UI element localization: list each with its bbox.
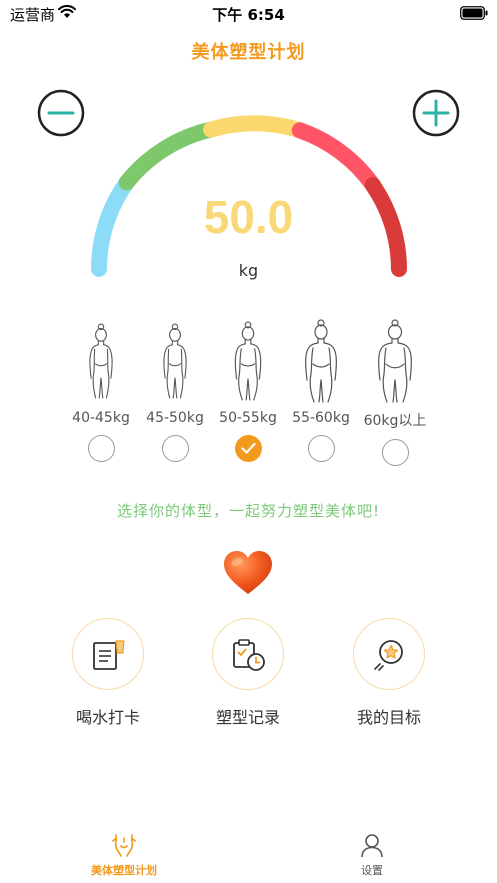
weight-gauge [91, 115, 407, 277]
body-figure-icon [234, 321, 262, 401]
action-label: 我的目标 [356, 708, 421, 727]
body-type-label: 50-55kg [219, 410, 277, 426]
tab-label: 美体塑型计划 [91, 864, 157, 877]
body-figure-icon [163, 323, 187, 399]
water-card-icon [93, 640, 125, 670]
tab-bar: 美体塑型计划 设置 [0, 822, 497, 883]
action-icon-ring [72, 618, 144, 690]
body-type-option[interactable]: 45-50kg [135, 318, 215, 462]
body-type-radio[interactable] [307, 435, 335, 462]
body-type-option[interactable]: 60kg以上 [355, 318, 435, 466]
tab-settings[interactable]: 设置 [312, 832, 432, 878]
body-type-radio[interactable] [161, 435, 189, 462]
body-type-label: 55-60kg [292, 410, 350, 426]
my-goal-button[interactable]: 我的目标 [334, 618, 444, 728]
increase-weight-button[interactable] [412, 89, 460, 137]
shaping-record-button[interactable]: 塑型记录 [193, 618, 303, 728]
person-icon [361, 834, 383, 858]
tab-label: 设置 [361, 864, 383, 877]
body-type-radio[interactable] [87, 435, 115, 462]
clipboard-clock-icon [233, 639, 265, 671]
body-type-radio-checked[interactable] [234, 435, 262, 462]
body-figure-icon [304, 319, 338, 403]
body-figure-icon [377, 319, 413, 403]
decrease-weight-button[interactable] [37, 89, 85, 137]
body-type-label: 40-45kg [72, 410, 130, 426]
weight-unit: kg [238, 261, 259, 280]
body-type-selector: 40-45kg 45-50kg 50-55kg 55-60kg 60kg以上 [0, 318, 497, 478]
body-type-radio[interactable] [381, 439, 409, 466]
body-type-label: 45-50kg [146, 410, 204, 426]
tab-body-shape-plan[interactable]: 美体塑型计划 [64, 832, 184, 878]
minus-icon [37, 89, 85, 137]
body-figure-icon [89, 323, 113, 399]
plus-icon [412, 89, 460, 137]
body-shape-icon [112, 834, 136, 857]
weight-value: 50.0 [203, 191, 294, 243]
checkmark-icon [240, 442, 256, 454]
heart-icon [224, 551, 272, 594]
action-icon-ring [353, 618, 425, 690]
tip-text: 选择你的体型，一起努力塑型美体吧! [116, 502, 380, 520]
action-label: 喝水打卡 [75, 708, 140, 727]
water-checkin-button[interactable]: 喝水打卡 [53, 618, 163, 728]
star-target-icon [374, 640, 403, 671]
body-type-option[interactable]: 50-55kg [208, 318, 288, 462]
action-icon-ring [212, 618, 284, 690]
action-label: 塑型记录 [215, 708, 280, 727]
body-type-option[interactable]: 55-60kg [281, 318, 361, 462]
body-type-option[interactable]: 40-45kg [61, 318, 141, 462]
body-type-label: 60kg以上 [363, 413, 427, 429]
